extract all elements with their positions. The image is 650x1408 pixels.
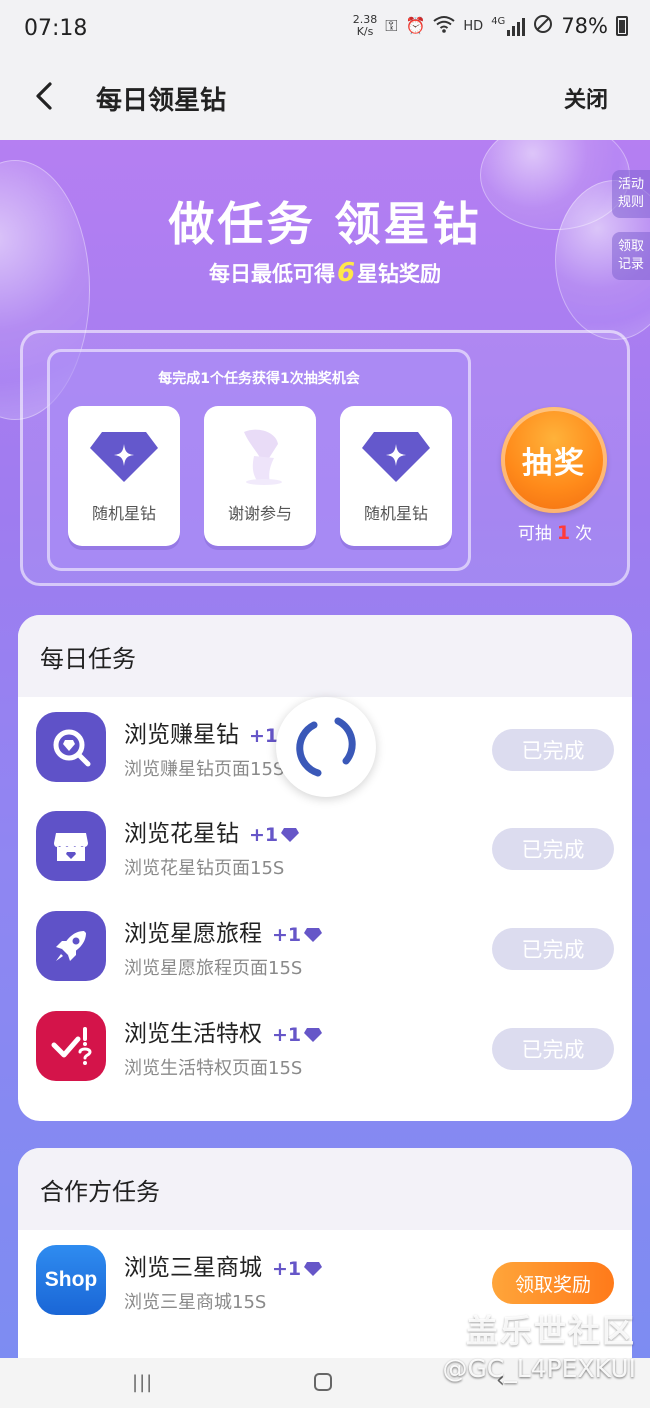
page-title: 每日领星钻 — [96, 86, 227, 116]
search-gem-icon — [53, 729, 91, 767]
task-done-button[interactable]: 已完成 — [492, 928, 614, 970]
task-row: 浏览生活特权 +1 浏览生活特权页面15S 已完成 — [18, 996, 632, 1096]
chevron-left-icon — [36, 82, 52, 110]
network-speed-unit: K/s — [356, 25, 374, 38]
app-bar: 每日领星钻 关闭 — [0, 58, 650, 140]
task-desc: 浏览赚星钻页面15S — [124, 759, 285, 780]
task-desc: 浏览星愿旅程页面15S — [124, 958, 303, 979]
shop-app-icon: Shop — [36, 1245, 106, 1315]
hero-title: 做任务 领星钻 — [168, 197, 482, 251]
task-title: 浏览花星钻 +1 — [124, 814, 300, 848]
gem-icon — [304, 1028, 323, 1042]
gem-icon — [281, 828, 300, 842]
status-icons: 2.38 K/s ⚿ ⏰ HD 4G 78% — [353, 14, 628, 38]
network-type-label: 4G — [491, 16, 506, 27]
task-title-text: 浏览三星商城 — [124, 1255, 262, 1281]
battery-percent: 78% — [561, 14, 608, 38]
task-reward: +1 — [272, 924, 302, 946]
task-row: 浏览星愿旅程 +1 浏览星愿旅程页面15S 已完成 — [18, 896, 632, 996]
gem-icon — [304, 1262, 323, 1276]
task-icon — [36, 911, 106, 981]
status-bar: 07:18 2.38 K/s ⚿ ⏰ HD 4G 78% — [0, 0, 650, 58]
prize-card: 随机星钻 — [340, 406, 452, 546]
signal-icon: 4G — [491, 16, 526, 36]
prize-card: 随机星钻 — [68, 406, 180, 546]
task-icon — [36, 1011, 106, 1081]
rules-tab[interactable]: 活动规则 — [612, 170, 650, 218]
task-icon — [36, 811, 106, 881]
prize-label: 随机星钻 — [363, 504, 428, 523]
draw-count-value: 1 — [556, 522, 571, 544]
hero-subtitle-prefix: 每日最低可得 — [208, 262, 335, 286]
task-icon — [36, 712, 106, 782]
task-reward: +1 — [272, 1258, 302, 1280]
task-title-text: 浏览星愿旅程 — [124, 921, 262, 947]
task-title-text: 浏览生活特权 — [124, 1021, 262, 1047]
gem-icon — [304, 928, 323, 942]
task-desc: 浏览三星商城15S — [124, 1292, 267, 1313]
task-title-text: 浏览花星钻 — [124, 821, 239, 847]
close-button[interactable]: 关闭 — [564, 82, 608, 114]
task-title: 浏览生活特权 +1 — [124, 1014, 323, 1048]
task-title: 浏览星愿旅程 +1 — [124, 914, 323, 948]
task-reward: +1 — [249, 725, 279, 747]
check-question-icon — [51, 1027, 92, 1065]
hero-subtitle: 每日最低可得6星钻奖励 — [0, 258, 650, 288]
hero-subtitle-number: 6 — [336, 258, 356, 288]
records-tab[interactable]: 领取记录 — [612, 232, 650, 280]
gem-icon — [362, 432, 430, 482]
task-title-text: 浏览赚星钻 — [124, 722, 239, 748]
home-icon[interactable] — [314, 1373, 332, 1391]
prize-label: 随机星钻 — [91, 504, 156, 523]
recent-apps-icon[interactable]: ||| — [132, 1372, 153, 1393]
lottery-hint: 每完成1个任务获得1次抽奖机会 — [158, 371, 360, 387]
store-icon — [54, 833, 88, 861]
task-done-button[interactable]: 已完成 — [492, 828, 614, 870]
rocket-icon — [56, 931, 86, 961]
task-title: 浏览赚星钻 +1 — [124, 715, 300, 749]
back-button[interactable] — [26, 78, 62, 114]
lottery-panel: 每完成1个任务获得1次抽奖机会 随机星钻 谢谢参与 随机星钻 抽奖 可抽 1 次 — [20, 330, 630, 586]
loading-spinner — [276, 697, 376, 797]
battery-icon — [616, 16, 628, 36]
prize-card: 谢谢参与 — [204, 406, 316, 546]
draw-count-suffix: 次 — [575, 524, 593, 544]
daily-tasks-card: 每日任务 浏览赚星钻 +1 浏览赚星钻页面15S 已完成 浏览花星钻 +1 浏览花星… — [18, 615, 632, 1121]
alarm-icon: ⏰ — [405, 16, 426, 35]
task-done-button[interactable]: 已完成 — [492, 729, 614, 771]
status-time: 07:18 — [24, 16, 88, 41]
task-desc: 浏览花星钻页面15S — [124, 858, 285, 879]
daily-tasks-heading: 每日任务 — [18, 615, 632, 697]
task-desc: 浏览生活特权页面15S — [124, 1058, 303, 1079]
partner-tasks-heading: 合作方任务 — [18, 1148, 632, 1230]
task-done-button[interactable]: 已完成 — [492, 1028, 614, 1070]
hero-subtitle-suffix: 星钻奖励 — [357, 262, 442, 286]
prize-label: 谢谢参与 — [227, 504, 292, 523]
key-icon: ⚿ — [385, 16, 398, 35]
draw-count-prefix: 可抽 — [517, 524, 552, 544]
claim-reward-button[interactable]: 领取奖励 — [492, 1262, 614, 1304]
watermark-brand: 盖乐世社区 — [465, 1312, 636, 1350]
thanks-icon — [244, 429, 282, 485]
gem-icon — [90, 432, 158, 482]
watermark-user: @GC_L4PEXKUI — [442, 1354, 636, 1383]
shop-icon-text: Shop — [44, 1268, 98, 1291]
network-speed: 2.38 K/s — [353, 14, 378, 38]
draw-button[interactable]: 抽奖 — [501, 407, 607, 513]
wifi-icon — [433, 15, 456, 38]
task-reward: +1 — [249, 824, 279, 846]
hd-label: HD — [463, 18, 484, 34]
dnd-icon — [533, 14, 553, 38]
spinner-icon — [296, 717, 356, 777]
task-reward: +1 — [272, 1024, 302, 1046]
prize-board: 每完成1个任务获得1次抽奖机会 随机星钻 谢谢参与 随机星钻 — [47, 349, 471, 571]
draw-count: 可抽 1 次 — [495, 519, 615, 544]
task-title: 浏览三星商城 +1 — [124, 1248, 323, 1282]
task-row: 浏览花星钻 +1 浏览花星钻页面15S 已完成 — [18, 796, 632, 896]
